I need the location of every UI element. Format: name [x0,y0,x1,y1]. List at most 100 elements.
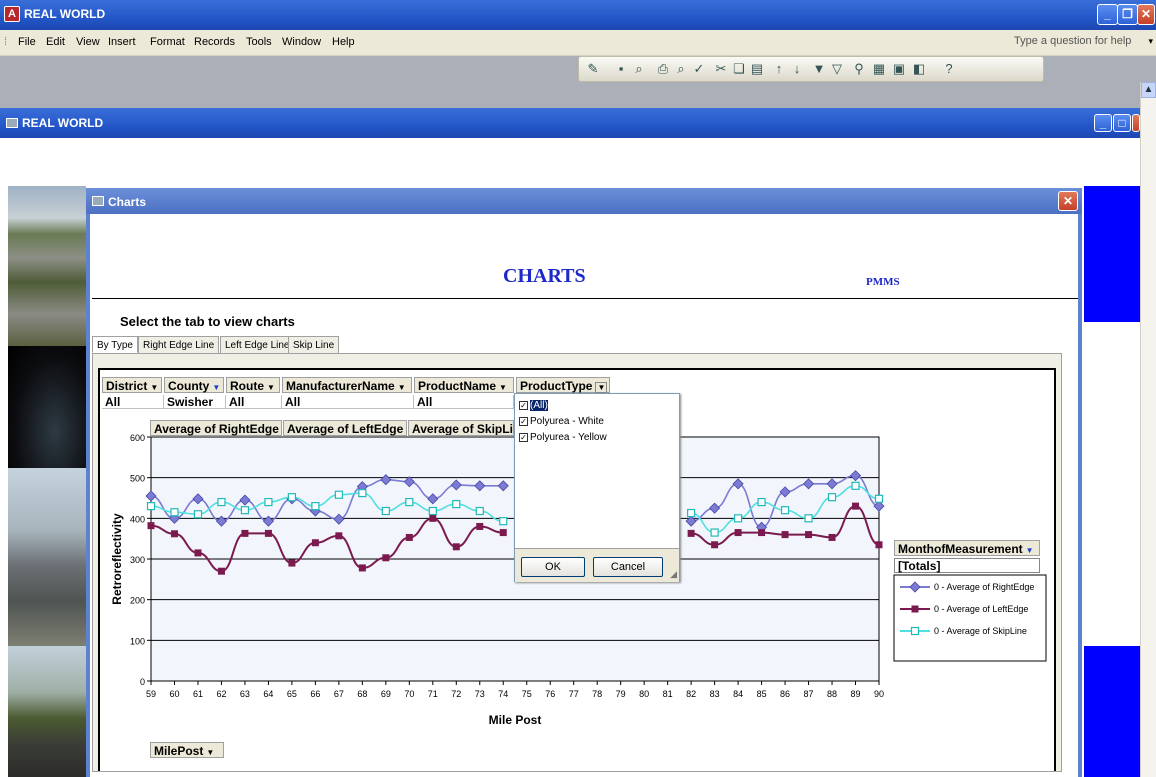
x-tick-label: 72 [451,689,461,699]
y-tick-label: 200 [130,596,145,606]
data-point [170,530,178,538]
data-point [264,529,272,537]
producttype-filter-dropdown: ✓ (All) ✓ Polyurea - White ✓ Polyurea - Yel… [514,393,680,582]
data-point [241,529,249,537]
x-tick-label: 81 [663,689,673,699]
y-tick-label: 600 [130,433,145,443]
x-tick-label: 73 [475,689,485,699]
data-point [734,529,742,537]
x-tick-label: 86 [780,689,790,699]
legend-label: 0 - Average of LeftEdge [934,604,1028,614]
data-point [170,508,179,517]
y-axis-label: Retroreflectivity [110,513,124,605]
data-point [475,506,484,516]
data-point [476,522,484,530]
x-tick-label: 80 [639,689,649,699]
data-point [499,529,507,537]
x-tick-label: 88 [827,689,837,699]
x-tick-label: 59 [146,689,156,699]
x-tick-label: 85 [757,689,767,699]
data-point [264,497,273,507]
checkbox-checked-icon[interactable]: ✓ [519,401,528,410]
ok-button[interactable]: OK [521,557,585,577]
data-point [311,502,320,511]
x-tick-label: 84 [733,689,743,699]
legend-label: 0 - Average of SkipLine [934,626,1027,636]
data-point [758,529,766,537]
y-tick-label: 300 [130,555,145,565]
data-point [382,554,390,562]
x-tick-label: 75 [522,689,532,699]
data-point [780,506,790,515]
data-point [851,481,860,490]
x-tick-label: 67 [334,689,344,699]
data-point [781,531,789,539]
x-tick-label: 79 [616,689,626,699]
y-tick-label: 0 [140,677,145,687]
data-point [240,506,250,515]
x-tick-label: 74 [498,689,508,699]
data-point [452,500,461,509]
x-tick-label: 77 [569,689,579,699]
y-tick-label: 500 [130,474,145,484]
x-tick-label: 82 [686,689,696,699]
x-tick-label: 68 [357,689,367,699]
data-point [852,502,860,510]
dropdown-item-white[interactable]: ✓ Polyurea - White [519,416,604,427]
x-tick-label: 69 [381,689,391,699]
data-point [874,494,884,503]
data-point [452,543,460,551]
data-point [405,533,413,541]
x-tick-label: 65 [287,689,297,699]
y-tick-label: 100 [130,636,145,646]
data-point [875,541,883,549]
data-point [217,567,225,575]
x-tick-label: 89 [851,689,861,699]
data-point [711,541,719,549]
data-point [428,506,437,516]
data-point [358,489,367,498]
resize-grip-icon[interactable]: ◢ [670,569,677,580]
checkbox-checked-icon[interactable]: ✓ [519,433,528,442]
line-chart: 0 100 200 300 400 500 600 59 60 61 62 63 64 65 66 67 68 6… [110,433,1047,727]
data-point [405,497,414,507]
data-point [804,514,813,523]
dropdown-item-all[interactable]: ✓ (All) [519,400,548,411]
x-tick-label: 76 [545,689,555,699]
legend-marker [910,626,920,636]
x-tick-label: 60 [169,689,179,699]
dropdown-item-yellow[interactable]: ✓ Polyurea - Yellow [519,432,607,443]
data-point [358,564,366,572]
data-point [827,493,837,502]
y-tick-label: 400 [130,514,145,524]
data-point [381,506,390,516]
data-point [193,510,203,519]
x-tick-label: 83 [710,689,720,699]
x-tick-label: 61 [193,689,203,699]
data-point [217,497,226,507]
x-tick-label: 71 [428,689,438,699]
tab-by-type[interactable]: By Type [92,336,138,353]
data-point [687,508,696,518]
data-point [733,514,743,523]
x-axis-label: Mile Post [489,713,542,727]
data-point [311,539,319,547]
data-point [334,490,343,499]
data-point [288,559,296,567]
x-tick-label: 70 [404,689,414,699]
data-point [499,517,508,526]
data-point [146,502,156,511]
data-point [429,514,437,522]
dropdown-footer: OK Cancel ◢ [515,548,679,582]
x-tick-label: 66 [310,689,320,699]
data-point [287,493,297,502]
data-point [805,531,813,539]
x-tick-label: 62 [216,689,226,699]
x-tick-label: 63 [240,689,250,699]
checkbox-checked-icon[interactable]: ✓ [519,417,528,426]
data-point [194,549,202,557]
data-point [828,533,836,541]
data-point [335,532,343,540]
x-tick-label: 90 [874,689,884,699]
cancel-button[interactable]: Cancel [593,557,663,577]
